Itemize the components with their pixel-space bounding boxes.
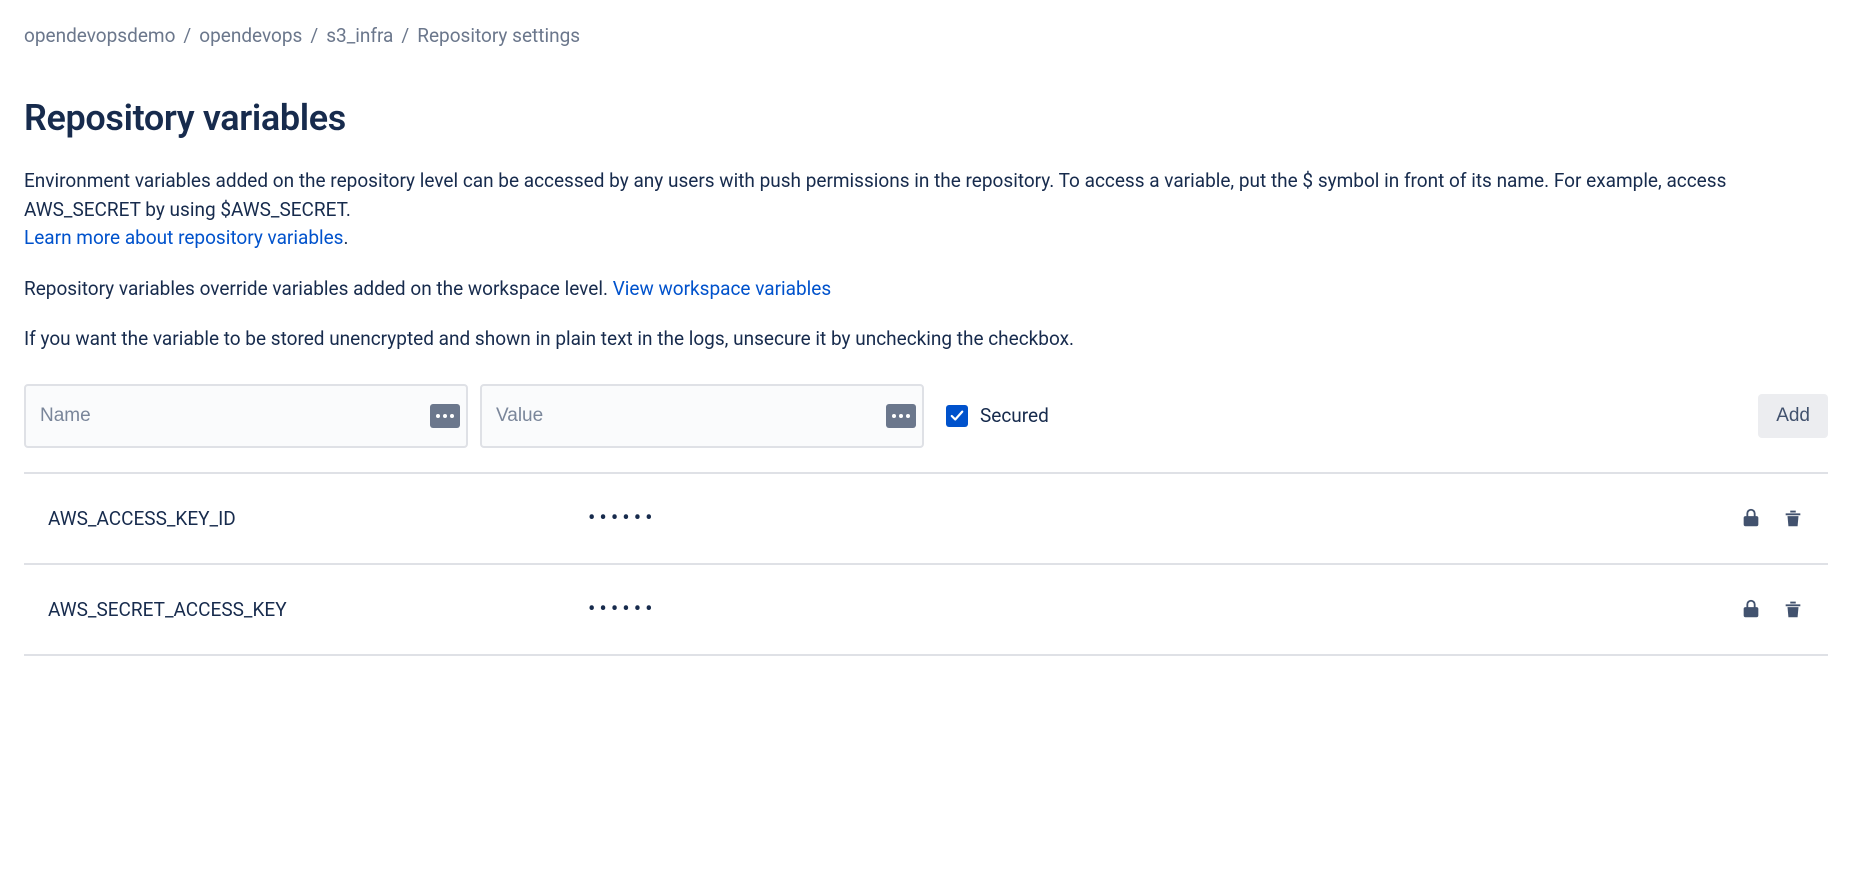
breadcrumb: opendevopsdemo / opendevops / s3_infra /…	[24, 24, 1828, 47]
add-variable-form: Secured Add	[24, 384, 1828, 474]
description-2-text: Repository variables override variables …	[24, 277, 613, 300]
name-input[interactable]	[24, 384, 468, 448]
page-title: Repository variables	[24, 97, 1828, 139]
variable-row: AWS_SECRET_ACCESS_KEY••••••	[24, 565, 1828, 656]
check-icon	[950, 409, 964, 423]
delete-icon[interactable]	[1782, 507, 1804, 529]
breadcrumb-separator: /	[183, 24, 191, 47]
variable-row: AWS_ACCESS_KEY_ID••••••	[24, 474, 1828, 565]
workspace-vars-link[interactable]: View workspace variables	[613, 277, 831, 300]
add-button[interactable]: Add	[1758, 394, 1828, 438]
variable-actions	[1740, 598, 1804, 620]
secured-checkbox[interactable]	[946, 405, 968, 427]
variables-list: AWS_ACCESS_KEY_ID••••••AWS_SECRET_ACCESS…	[24, 474, 1828, 656]
variable-actions	[1740, 507, 1804, 529]
description-3: If you want the variable to be stored un…	[24, 325, 1828, 354]
value-input-extra-icon[interactable]	[886, 404, 916, 428]
delete-icon[interactable]	[1782, 598, 1804, 620]
value-input-wrap	[480, 384, 924, 448]
value-input[interactable]	[480, 384, 924, 448]
breadcrumb-separator: /	[310, 24, 318, 47]
breadcrumb-separator: /	[401, 24, 409, 47]
description-2: Repository variables override variables …	[24, 275, 1828, 304]
secured-label: Secured	[980, 404, 1049, 427]
breadcrumb-item-workspace[interactable]: opendevopsdemo	[24, 24, 175, 47]
breadcrumb-item-project[interactable]: opendevops	[199, 24, 302, 47]
variable-value: ••••••	[588, 597, 1740, 622]
description-1-text: Environment variables added on the repos…	[24, 169, 1726, 221]
breadcrumb-item-section[interactable]: Repository settings	[417, 24, 580, 47]
variable-value: ••••••	[588, 506, 1740, 531]
description-1: Environment variables added on the repos…	[24, 167, 1828, 253]
learn-more-link[interactable]: Learn more about repository variables	[24, 226, 343, 249]
variable-name: AWS_SECRET_ACCESS_KEY	[48, 598, 588, 621]
secured-checkbox-wrap: Secured	[946, 404, 1049, 427]
lock-icon[interactable]	[1740, 598, 1762, 620]
variable-name: AWS_ACCESS_KEY_ID	[48, 507, 588, 530]
name-input-extra-icon[interactable]	[430, 404, 460, 428]
description-1-dot: .	[343, 226, 348, 249]
breadcrumb-item-repo[interactable]: s3_infra	[326, 24, 393, 47]
name-input-wrap	[24, 384, 468, 448]
lock-icon[interactable]	[1740, 507, 1762, 529]
